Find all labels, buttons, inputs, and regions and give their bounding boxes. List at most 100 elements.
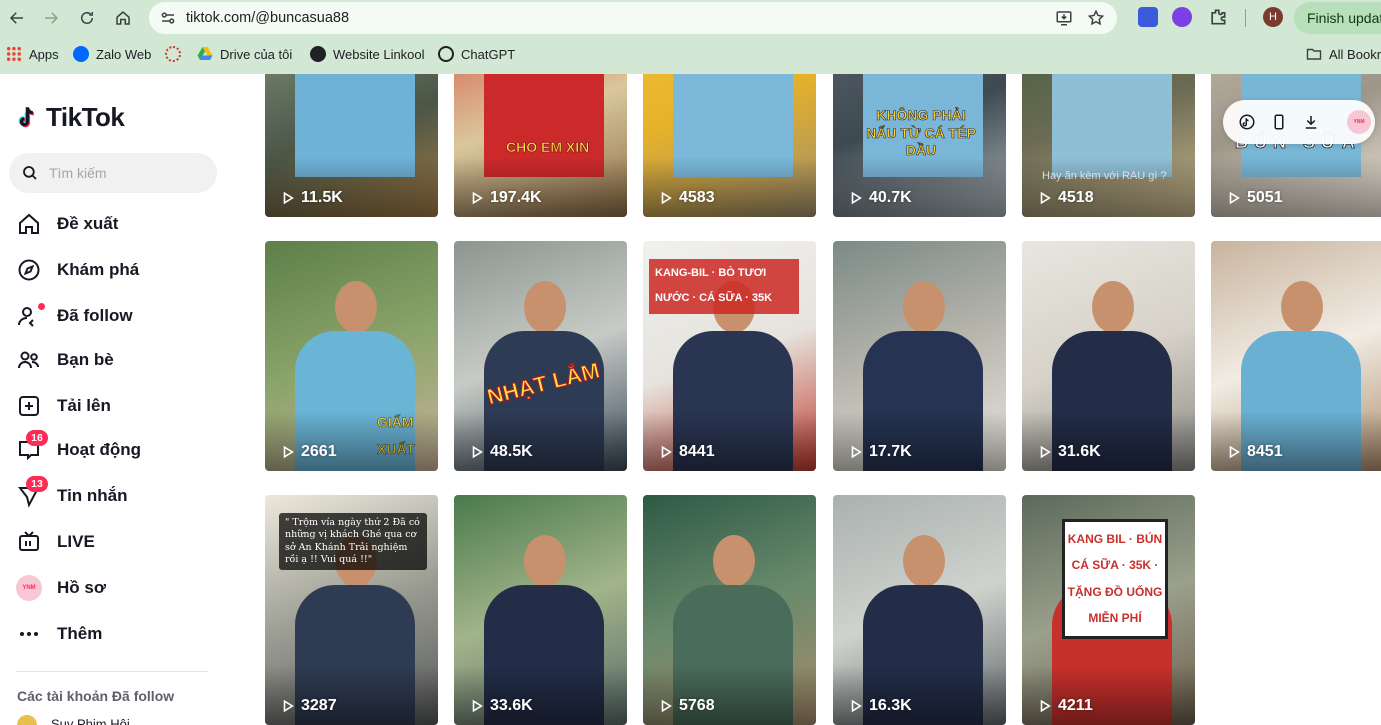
activity-badge: 16 <box>26 430 48 446</box>
sidebar: TikTok Tìm kiếm Đề xuất Khám phá Đã foll… <box>0 74 240 725</box>
zalo-icon <box>73 46 89 62</box>
play-icon <box>661 445 672 459</box>
reload-icon[interactable] <box>74 5 100 31</box>
bookmark-unnamed[interactable] <box>165 45 188 63</box>
video-card[interactable]: KANG BIL · BÚN CÁ SỮA · 35K · TẶNG ĐỒ UỐ… <box>1022 495 1195 725</box>
bookmark-linkool[interactable]: Website Linkool <box>310 45 425 63</box>
video-card[interactable]: 5768 <box>643 495 816 725</box>
bookmark-drive[interactable]: Drive của tôi <box>197 45 292 63</box>
video-card[interactable]: 17.7K <box>833 241 1006 471</box>
thumbnail-gradient <box>833 665 1006 725</box>
video-card[interactable]: NHẠT LẮM 48.5K <box>454 241 627 471</box>
compass-icon <box>16 257 42 283</box>
more-icon <box>16 621 42 647</box>
video-card[interactable]: CHO EM XIN 197.4K <box>454 74 627 217</box>
home-icon <box>16 211 42 237</box>
video-card[interactable]: 11.5K <box>265 74 438 217</box>
nav-explore[interactable]: Khám phá <box>16 255 216 285</box>
notification-dot <box>38 303 45 310</box>
finish-update-button[interactable]: Finish updat <box>1294 2 1381 34</box>
install-app-icon[interactable] <box>1055 9 1073 27</box>
following-accounts-title: Các tài khoản Đã follow <box>17 688 175 704</box>
video-card[interactable]: Hay ăn kèm với RAU gì ?4518 <box>1022 74 1195 217</box>
tiktok-note-icon[interactable] <box>1238 113 1256 131</box>
view-count: 5768 <box>659 697 715 715</box>
video-card[interactable]: 4583 <box>643 74 816 217</box>
video-card[interactable]: KANG-BIL · BÒ TƯƠI NƯỚC · CÁ SỮA · 35K 84… <box>643 241 816 471</box>
video-caption-overlay: CHO EM XIN <box>506 139 590 156</box>
extension-icon-1[interactable] <box>1138 7 1158 27</box>
avatar: YNM <box>16 575 42 601</box>
thumbnail-gradient <box>833 157 1006 217</box>
forward-icon[interactable] <box>38 5 64 31</box>
play-icon <box>472 699 483 713</box>
floating-avatar[interactable]: YNM <box>1347 110 1371 134</box>
search-input[interactable]: Tìm kiếm <box>9 153 217 193</box>
nav-profile[interactable]: YNM Hồ sơ <box>16 573 216 603</box>
home-browser-icon[interactable] <box>110 5 136 31</box>
nav-activity[interactable]: 16 Hoạt động <box>16 430 216 465</box>
browser-toolbar: tiktok.com/@buncasua88 H Finish updat <box>0 0 1381 36</box>
tiktok-logo[interactable]: TikTok <box>16 101 125 133</box>
nav-upload[interactable]: Tải lên <box>16 391 216 421</box>
view-count-value: 48.5K <box>490 443 533 460</box>
profile-avatar-browser[interactable]: H <box>1263 7 1283 27</box>
video-card[interactable]: 16.3K <box>833 495 1006 725</box>
video-card[interactable]: " Trộm vía ngày thứ 2 Đã có những vị khá… <box>265 495 438 725</box>
view-count-value: 3287 <box>301 697 337 714</box>
site-settings-icon[interactable] <box>159 9 177 27</box>
view-count-value: 8451 <box>1247 443 1283 460</box>
extensions-puzzle-icon[interactable] <box>1208 7 1228 27</box>
view-count: 8441 <box>659 443 715 461</box>
device-icon[interactable] <box>1270 113 1288 131</box>
toolbar-separator <box>1245 9 1246 27</box>
nav-messages[interactable]: 13 Tin nhắn <box>16 476 216 511</box>
view-count: 4211 <box>1038 697 1093 715</box>
apps-grid-icon <box>6 46 22 62</box>
following-account-item[interactable]: Suy Phim Hội <box>17 715 130 725</box>
view-count-value: 16.3K <box>869 697 912 714</box>
nav-live[interactable]: LIVE <box>16 527 216 557</box>
thumbnail-person-head <box>524 535 566 587</box>
nav-for-you[interactable]: Đề xuất <box>16 209 216 239</box>
nav-label: Hoạt động <box>57 440 142 459</box>
bookmark-zalo[interactable]: Zalo Web <box>73 45 151 63</box>
address-bar[interactable]: tiktok.com/@buncasua88 <box>149 2 1117 34</box>
all-bookmarks[interactable]: All Bookm <box>1306 45 1381 63</box>
nav-following[interactable]: Đã follow <box>16 301 216 331</box>
play-icon <box>661 191 672 205</box>
view-count-value: 5768 <box>679 697 715 714</box>
bookmark-star-icon[interactable] <box>1087 9 1105 27</box>
video-card[interactable]: BÚN SỮA5051 <box>1211 74 1381 217</box>
bookmark-chatgpt[interactable]: ChatGPT <box>438 45 515 63</box>
view-count-value: 2661 <box>301 443 337 460</box>
thumbnail-gradient <box>265 665 438 725</box>
play-icon <box>851 699 862 713</box>
play-icon <box>1229 191 1240 205</box>
following-icon <box>16 303 45 329</box>
view-count-value: 8441 <box>679 443 715 460</box>
view-count-value: 197.4K <box>490 189 542 206</box>
activity-icon: 16 <box>16 430 48 463</box>
view-count: 4518 <box>1038 189 1094 207</box>
video-card[interactable]: 31.6K <box>1022 241 1195 471</box>
video-caption-overlay: KANG-BIL · BÒ TƯƠI NƯỚC · CÁ SỮA · 35K <box>649 259 799 314</box>
video-card[interactable]: 8451 <box>1211 241 1381 471</box>
search-icon <box>21 164 39 182</box>
nav-friends[interactable]: Bạn bè <box>16 345 216 375</box>
extension-icon-2[interactable] <box>1172 7 1192 27</box>
play-icon <box>1040 191 1051 205</box>
back-icon[interactable] <box>4 5 30 31</box>
sidebar-divider <box>16 671 208 672</box>
thumbnail-person-head <box>524 281 566 333</box>
nav-more[interactable]: Thêm <box>16 619 216 649</box>
video-card[interactable]: 33.6K <box>454 495 627 725</box>
view-count: 197.4K <box>470 189 542 207</box>
download-icon[interactable] <box>1302 113 1320 131</box>
thumbnail-gradient <box>1211 157 1381 217</box>
folder-icon <box>1306 46 1322 62</box>
video-card[interactable]: KHÔNG PHẢI NẤU TỪ CÁ TÉP DẦU 40.7K <box>833 74 1006 217</box>
bookmark-apps[interactable]: Apps <box>6 45 59 63</box>
video-card[interactable]: GIẤM XUẤT2661 <box>265 241 438 471</box>
play-icon <box>1229 445 1240 459</box>
